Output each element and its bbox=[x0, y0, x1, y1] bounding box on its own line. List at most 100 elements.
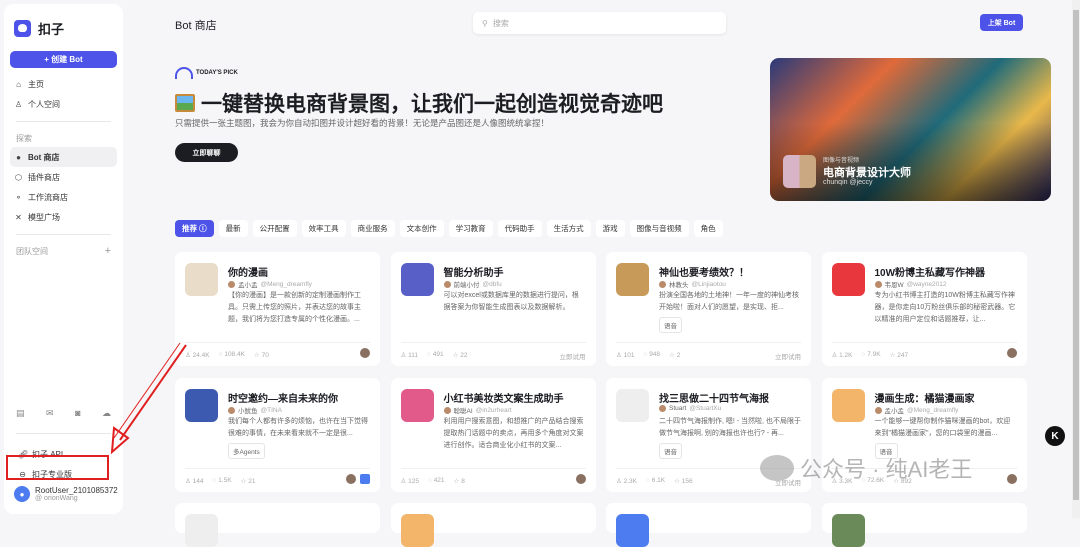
mail-icon[interactable]: ✉ bbox=[46, 408, 54, 419]
users-icon: ♙ bbox=[400, 478, 407, 485]
stars-stat: ☆ 2 bbox=[669, 352, 681, 359]
bot-avatar-icon bbox=[831, 514, 865, 547]
create-bot-button[interactable]: + 创建 Bot bbox=[10, 51, 117, 68]
home-icon: ⌂ bbox=[16, 79, 21, 89]
tab-4[interactable]: 商业服务 bbox=[350, 220, 395, 237]
try-now-link[interactable]: 立即试用 bbox=[560, 351, 586, 361]
tab-6[interactable]: 学习教育 bbox=[448, 220, 493, 237]
nav-label: Bot 商店 bbox=[28, 152, 60, 162]
search-input[interactable]: ⚲ 搜索 bbox=[473, 12, 726, 34]
nav-bot-store[interactable]: ● Bot 商店 bbox=[10, 147, 117, 167]
users-stat: ♙ 2.3K bbox=[616, 478, 638, 485]
bot-description: 专为小红书博主打造的10W粉博主私藏写作神器，是你走向10万粉丝俱乐部的秘密武器… bbox=[874, 292, 1016, 323]
team-space-label: 团队空间 bbox=[16, 246, 48, 256]
stars-stat: ☆ 8 bbox=[453, 478, 465, 485]
author-avatar bbox=[443, 280, 451, 288]
bot-author[interactable]: Stuart @StuartXu bbox=[659, 405, 721, 412]
bot-card[interactable] bbox=[175, 503, 380, 547]
users-stat: ♙ 101 bbox=[616, 352, 635, 359]
bot-avatar-icon bbox=[831, 263, 865, 296]
chat-icon: ◌ bbox=[218, 351, 223, 358]
tab-9[interactable]: 游戏 bbox=[595, 220, 625, 237]
add-team-button[interactable]: + bbox=[105, 245, 111, 257]
bot-author[interactable]: 孟小孟 @Meng_dreamfly bbox=[228, 279, 312, 289]
tab-0[interactable]: 推荐 ⓘ bbox=[175, 220, 214, 237]
star-icon: ☆ bbox=[453, 478, 460, 485]
floating-k-button[interactable]: K bbox=[1045, 426, 1065, 446]
divider bbox=[16, 433, 111, 434]
tab-3[interactable]: 效率工具 bbox=[301, 220, 346, 237]
nav-home[interactable]: ⌂ 主页 bbox=[10, 74, 117, 94]
bot-author[interactable]: 小鱿鱼 @TINA bbox=[228, 405, 282, 415]
star-icon: ☆ bbox=[253, 352, 260, 359]
bot-stats: ♙ 24.4K ◌ 108.4K ☆ 70 bbox=[185, 351, 269, 359]
users-icon: ♙ bbox=[616, 352, 622, 359]
bot-author[interactable]: 孟小孟 @Meng_dreamfly bbox=[874, 405, 958, 415]
bot-author[interactable]: 前端小付 @dbfu bbox=[443, 279, 502, 289]
scrollbar[interactable] bbox=[1072, 0, 1080, 518]
tab-11[interactable]: 角色 bbox=[693, 220, 723, 237]
picture-icon bbox=[175, 94, 195, 112]
featured-bot-author: chunqin @jeccy bbox=[823, 179, 873, 186]
chats-stat: ◌ 108.4K bbox=[218, 351, 245, 358]
tab-2[interactable]: 公开配置 bbox=[252, 220, 297, 237]
bot-card[interactable] bbox=[606, 503, 811, 547]
bot-title: 找三思做二十四节气海报 bbox=[659, 394, 769, 405]
nav-plugin-store[interactable]: ⬡ 插件商店 bbox=[10, 167, 117, 187]
users-stat: ♙ 125 bbox=[400, 478, 420, 485]
tab-8[interactable]: 生活方式 bbox=[546, 220, 591, 237]
users-stat: ♙ 111 bbox=[400, 352, 419, 359]
bot-card[interactable]: 10W粉博主私藏写作神器 韦恩W @wayne2012 专为小红书博主打造的10W… bbox=[821, 252, 1027, 366]
user-name: RootUser_2101085372 bbox=[35, 486, 118, 495]
document-icon[interactable]: ▤ bbox=[16, 408, 25, 419]
bot-card[interactable] bbox=[821, 503, 1027, 547]
bot-avatar-icon bbox=[831, 389, 865, 422]
bot-author[interactable]: 聪聪AI @in2urheart bbox=[443, 405, 512, 415]
bot-tag: 多Agents bbox=[228, 443, 265, 459]
bot-avatar-icon bbox=[616, 389, 649, 422]
nav-label: 工作流商店 bbox=[28, 192, 68, 202]
todays-pick-badge: TODAY'S PICK bbox=[175, 67, 238, 79]
scrollbar-thumb[interactable] bbox=[1073, 10, 1079, 500]
list-bot-button[interactable]: 上架 Bot bbox=[980, 14, 1023, 31]
nav-workflow-store[interactable]: ⚬ 工作流商店 bbox=[10, 187, 117, 207]
coze-logo-icon bbox=[14, 19, 31, 37]
stars-stat: ☆ 70 bbox=[253, 352, 269, 359]
bot-author[interactable]: 韦恩W @wayne2012 bbox=[874, 279, 947, 289]
featured-bot-icon bbox=[783, 155, 816, 188]
bot-tag: 语音 bbox=[659, 443, 682, 459]
try-now-link[interactable]: 立即试用 bbox=[775, 351, 801, 361]
bot-author[interactable]: 林教头 @Linjiaotou bbox=[659, 279, 726, 289]
bot-card[interactable]: 时空邀约—来自未来的你 小鱿鱼 @TINA 我们每个人都有许多的烦恼，也许在当下觉… bbox=[175, 378, 380, 492]
chat-now-button[interactable]: 立即聊聊 bbox=[175, 143, 238, 162]
tab-7[interactable]: 代码助手 bbox=[497, 220, 542, 237]
hero-subtitle: 只需提供一张主题图，我会为你自动扣图并设计超好看的背景！无论是产品图还是人像图统… bbox=[175, 118, 550, 128]
stars-stat: ☆ 22 bbox=[452, 352, 468, 359]
star-icon: ☆ bbox=[674, 478, 680, 485]
author-avatar bbox=[659, 405, 666, 412]
chat-icon: ◌ bbox=[427, 351, 431, 358]
bot-description: 可以对excel或数据库里的数据进行提问，根据答案为你智能生成图表以及数据解析。 bbox=[443, 292, 579, 311]
bot-title: 你的漫画 bbox=[228, 268, 268, 279]
hero-banner-image[interactable]: 图像与音视频 电商背景设计大师 chunqin @jeccy bbox=[770, 58, 1051, 201]
community-icon[interactable]: ☁ bbox=[102, 408, 111, 419]
logo[interactable]: 扣子 bbox=[10, 14, 117, 42]
chat-icon[interactable]: ◙ bbox=[75, 408, 80, 419]
bot-card[interactable]: 神仙也要考绩效？！ 林教头 @Linjiaotou 扮演全国各地的土地神！一年一度… bbox=[606, 252, 811, 366]
users-icon: ♙ bbox=[185, 352, 191, 359]
tab-10[interactable]: 图像与音视频 bbox=[629, 220, 689, 237]
bot-card[interactable]: 你的漫画 孟小孟 @Meng_dreamfly 【你的漫画】是一款创新的定制漫画制… bbox=[175, 252, 380, 366]
bot-card[interactable]: 智能分析助手 前端小付 @dbfu 可以对excel或数据库里的数据进行提问，根据… bbox=[390, 252, 596, 366]
author-avatar bbox=[874, 280, 882, 288]
nav-model-square[interactable]: ✕ 模型广场 bbox=[10, 207, 117, 227]
bot-title: 漫画生成：橘猫漫画家 bbox=[874, 394, 975, 405]
nav-personal-space[interactable]: ♙ 个人空间 bbox=[10, 94, 117, 114]
divider bbox=[185, 468, 370, 469]
bot-grid-row-partial bbox=[175, 503, 1027, 547]
tab-5[interactable]: 文本创作 bbox=[399, 220, 444, 237]
user-profile[interactable]: ● RootUser_2101085372 @ orionWang bbox=[14, 486, 118, 502]
pick-label: TODAY'S PICK bbox=[196, 70, 238, 76]
tab-1[interactable]: 最新 bbox=[218, 220, 248, 237]
bot-card[interactable] bbox=[390, 503, 596, 547]
bot-card[interactable]: 小红书美妆类文案生成助手 聪聪AI @in2urheart 利用用户搜索意图，和想… bbox=[390, 378, 596, 492]
